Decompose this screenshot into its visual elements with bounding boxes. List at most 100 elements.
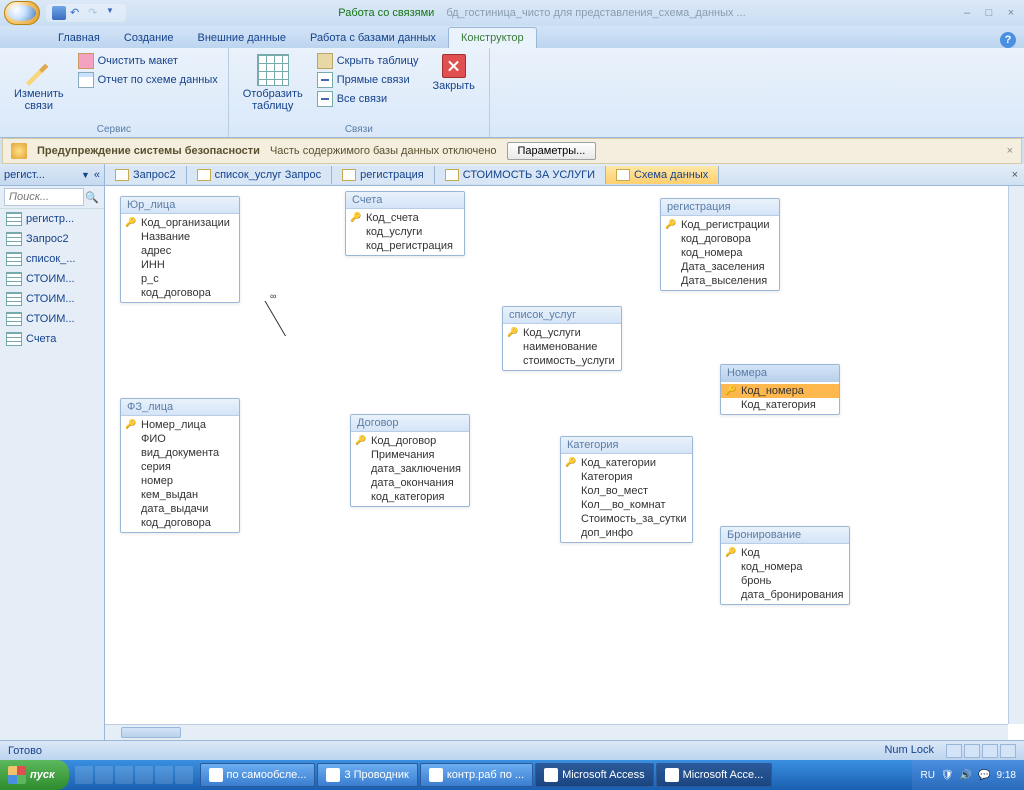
taskbar-button[interactable]: 3 Проводник: [317, 763, 417, 787]
table-header[interactable]: Счета: [346, 192, 464, 209]
document-tab[interactable]: регистрация: [332, 166, 435, 184]
table-field[interactable]: код_категория: [351, 490, 469, 504]
minimize-button[interactable]: –: [958, 7, 976, 19]
search-icon[interactable]: 🔍: [84, 191, 100, 204]
table-field[interactable]: Код: [721, 546, 849, 560]
tab-database[interactable]: Работа с базами данных: [298, 28, 448, 48]
table-список_услуг[interactable]: список_услугКод_услугинаименованиестоимо…: [502, 306, 622, 371]
table-field[interactable]: Код_договор: [351, 434, 469, 448]
close-button[interactable]: ×: [1002, 7, 1020, 19]
edit-relations-button[interactable]: Изменить связи: [8, 52, 70, 114]
table-field[interactable]: Код_организации: [121, 216, 239, 230]
table-Счета[interactable]: СчетаКод_счетакод_услугикод_регистрация: [345, 191, 465, 256]
table-field[interactable]: Стоимость_за_сутки: [561, 512, 692, 526]
lang-indicator[interactable]: RU: [920, 770, 934, 781]
office-button[interactable]: [4, 1, 40, 25]
show-table-button[interactable]: Отобразить таблицу: [237, 52, 309, 114]
table-header[interactable]: список_услуг: [503, 307, 621, 324]
document-tab[interactable]: СТОИМОСТЬ ЗА УСЛУГИ: [435, 166, 606, 184]
table-Юр_лица[interactable]: Юр_лицаКод_организацииНазваниеадресИННр_…: [120, 196, 240, 303]
table-field[interactable]: вид_документа: [121, 446, 239, 460]
save-icon[interactable]: [52, 6, 66, 20]
table-field[interactable]: Код_услуги: [503, 326, 621, 340]
table-field[interactable]: дата_окончания: [351, 476, 469, 490]
tray-icon[interactable]: 🛡: [941, 770, 954, 781]
table-field[interactable]: код_договора: [661, 232, 779, 246]
vertical-scrollbar[interactable]: [1008, 186, 1024, 724]
ql-icon[interactable]: [75, 766, 93, 784]
ql-icon[interactable]: [135, 766, 153, 784]
table-field[interactable]: код_договора: [121, 286, 239, 300]
start-button[interactable]: пуск: [0, 760, 69, 790]
table-field[interactable]: Номер_лица: [121, 418, 239, 432]
table-field[interactable]: код_номера: [721, 560, 849, 574]
table-field[interactable]: бронь: [721, 574, 849, 588]
tab-home[interactable]: Главная: [46, 28, 112, 48]
ql-icon[interactable]: [175, 766, 193, 784]
help-icon[interactable]: ?: [1000, 32, 1016, 48]
relationship-canvas[interactable]: ∞1 ∞1 ∞1 ∞1 ∞1 1∞ ∞1 1∞ 1∞ Юр_лицаКод_ор…: [105, 186, 1024, 740]
table-field[interactable]: р_с: [121, 272, 239, 286]
taskbar-button[interactable]: по самообсле...: [200, 763, 316, 787]
table-Номера[interactable]: Номера Код_номераКод_категория: [720, 364, 840, 415]
redo-icon[interactable]: ↷: [88, 6, 102, 20]
table-Бронирование[interactable]: Бронирование Кодкод_номераброньдата_брони…: [720, 526, 850, 605]
table-field[interactable]: ИНН: [121, 258, 239, 272]
schema-report-button[interactable]: Отчет по схеме данных: [76, 71, 220, 89]
nav-item[interactable]: список_...: [0, 249, 104, 269]
table-field[interactable]: доп_инфо: [561, 526, 692, 540]
nav-search-input[interactable]: [4, 188, 84, 206]
qat-dropdown-icon[interactable]: ▼: [106, 6, 120, 20]
clear-layout-button[interactable]: Очистить макет: [76, 52, 220, 70]
nav-item[interactable]: СТОИМ...: [0, 309, 104, 329]
table-field[interactable]: Категория: [561, 470, 692, 484]
security-options-button[interactable]: Параметры...: [507, 142, 597, 160]
table-field[interactable]: дата_бронирования: [721, 588, 849, 602]
close-button-ribbon[interactable]: Закрыть: [427, 52, 481, 94]
table-header[interactable]: Юр_лица: [121, 197, 239, 214]
table-field[interactable]: Код_регистрации: [661, 218, 779, 232]
document-tab[interactable]: Запрос2: [105, 166, 187, 184]
nav-header[interactable]: регист...▼ «: [0, 164, 104, 186]
direct-relations-button[interactable]: Прямые связи: [315, 71, 421, 89]
nav-collapse-icon[interactable]: «: [94, 169, 100, 181]
undo-icon[interactable]: ↶: [70, 6, 84, 20]
table-header[interactable]: регистрация: [661, 199, 779, 216]
table-field[interactable]: Код_счета: [346, 211, 464, 225]
horizontal-scrollbar[interactable]: [105, 724, 1008, 740]
table-field[interactable]: ФИО: [121, 432, 239, 446]
all-relations-button[interactable]: Все связи: [315, 90, 421, 108]
table-field[interactable]: Код_номера: [721, 384, 839, 398]
table-field[interactable]: Кол__во_комнат: [561, 498, 692, 512]
table-field[interactable]: Дата_заселения: [661, 260, 779, 274]
taskbar-button[interactable]: контр.раб по ...: [420, 763, 533, 787]
nav-item[interactable]: Счета: [0, 329, 104, 349]
ql-icon[interactable]: [155, 766, 173, 784]
table-field[interactable]: код_номера: [661, 246, 779, 260]
tab-create[interactable]: Создание: [112, 28, 186, 48]
table-field[interactable]: код_договора: [121, 516, 239, 530]
tray-icon[interactable]: 🔊: [960, 770, 972, 781]
table-header[interactable]: Договор: [351, 415, 469, 432]
tab-design[interactable]: Конструктор: [448, 27, 537, 48]
table-header[interactable]: Номера: [721, 365, 839, 382]
table-field[interactable]: Код_категория: [721, 398, 839, 412]
chevron-down-icon[interactable]: ▼: [81, 170, 90, 180]
table-field[interactable]: дата_выдачи: [121, 502, 239, 516]
ql-icon[interactable]: [95, 766, 113, 784]
document-tab[interactable]: Схема данных: [606, 166, 719, 184]
document-tab[interactable]: список_услуг Запрос: [187, 166, 333, 184]
table-field[interactable]: Код_категории: [561, 456, 692, 470]
tray-icon[interactable]: 💬: [978, 770, 990, 781]
table-header[interactable]: Категория: [561, 437, 692, 454]
tab-external[interactable]: Внешние данные: [186, 28, 298, 48]
taskbar-button[interactable]: Microsoft Acce...: [656, 763, 773, 787]
table-регистрация[interactable]: регистрация Код_регистрациикод_договорако…: [660, 198, 780, 291]
table-field[interactable]: кем_выдан: [121, 488, 239, 502]
table-field[interactable]: адрес: [121, 244, 239, 258]
table-field[interactable]: Кол_во_мест: [561, 484, 692, 498]
table-field[interactable]: Примечания: [351, 448, 469, 462]
taskbar-button[interactable]: Microsoft Access: [535, 763, 654, 787]
table-header[interactable]: Бронирование: [721, 527, 849, 544]
table-field[interactable]: Дата_выселения: [661, 274, 779, 288]
